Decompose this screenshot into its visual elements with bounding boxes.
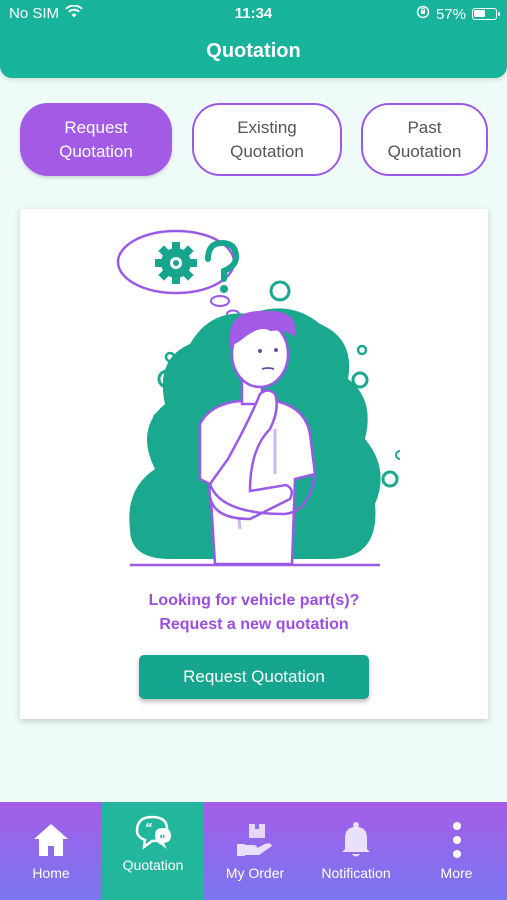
order-box-icon: [235, 820, 275, 860]
tab-past-quotation[interactable]: Past Quotation: [361, 103, 488, 176]
svg-text:“: “: [145, 821, 153, 835]
app-header: No SIM 11:34 57% Quotation: [0, 0, 507, 78]
gear-icon: [155, 242, 197, 284]
status-right: 57%: [416, 5, 500, 23]
empty-state-prompt: Looking for vehicle part(s)? Request a n…: [20, 589, 488, 637]
nav-item-notification[interactable]: Notification: [306, 802, 406, 900]
nav-label-home: Home: [32, 865, 70, 881]
tab-request-quotation[interactable]: Request Quotation: [20, 103, 172, 176]
nav-item-more[interactable]: More: [406, 802, 507, 900]
home-icon: [32, 820, 70, 860]
request-quotation-card: Looking for vehicle part(s)? Request a n…: [20, 209, 488, 719]
page-title: Quotation: [206, 40, 301, 62]
prompt-line-2: Request a new quotation: [159, 616, 349, 633]
more-dots-icon: [452, 820, 462, 860]
nav-item-quotation[interactable]: “ ” Quotation: [102, 802, 204, 900]
battery-level: [474, 10, 485, 17]
svg-text:”: ”: [159, 834, 166, 845]
request-quotation-button[interactable]: Request Quotation: [139, 655, 369, 699]
orientation-lock-icon: [416, 5, 430, 23]
nav-label-quotation: Quotation: [122, 857, 184, 873]
nav-label-more: More: [440, 865, 473, 881]
nav-label-notification: Notification: [321, 865, 391, 881]
quotation-tabs: Request Quotation Existing Quotation Pas…: [20, 103, 488, 177]
nav-label-my-order: My Order: [225, 865, 285, 881]
bottom-nav: Home “ ” Quotation My Order Notification…: [0, 802, 507, 900]
prompt-line-1: Looking for vehicle part(s)?: [148, 592, 360, 609]
battery-icon: [472, 8, 500, 20]
nav-item-my-order[interactable]: My Order: [204, 802, 306, 900]
nav-item-home[interactable]: Home: [0, 802, 102, 900]
status-bar: No SIM 11:34 57%: [0, 0, 507, 28]
quotation-chat-icon: “ ”: [133, 812, 173, 852]
thinking-person-illustration: [116, 229, 400, 567]
bell-icon: [339, 820, 373, 860]
tab-existing-quotation[interactable]: Existing Quotation: [192, 103, 342, 176]
battery-percent: 57%: [435, 5, 466, 23]
